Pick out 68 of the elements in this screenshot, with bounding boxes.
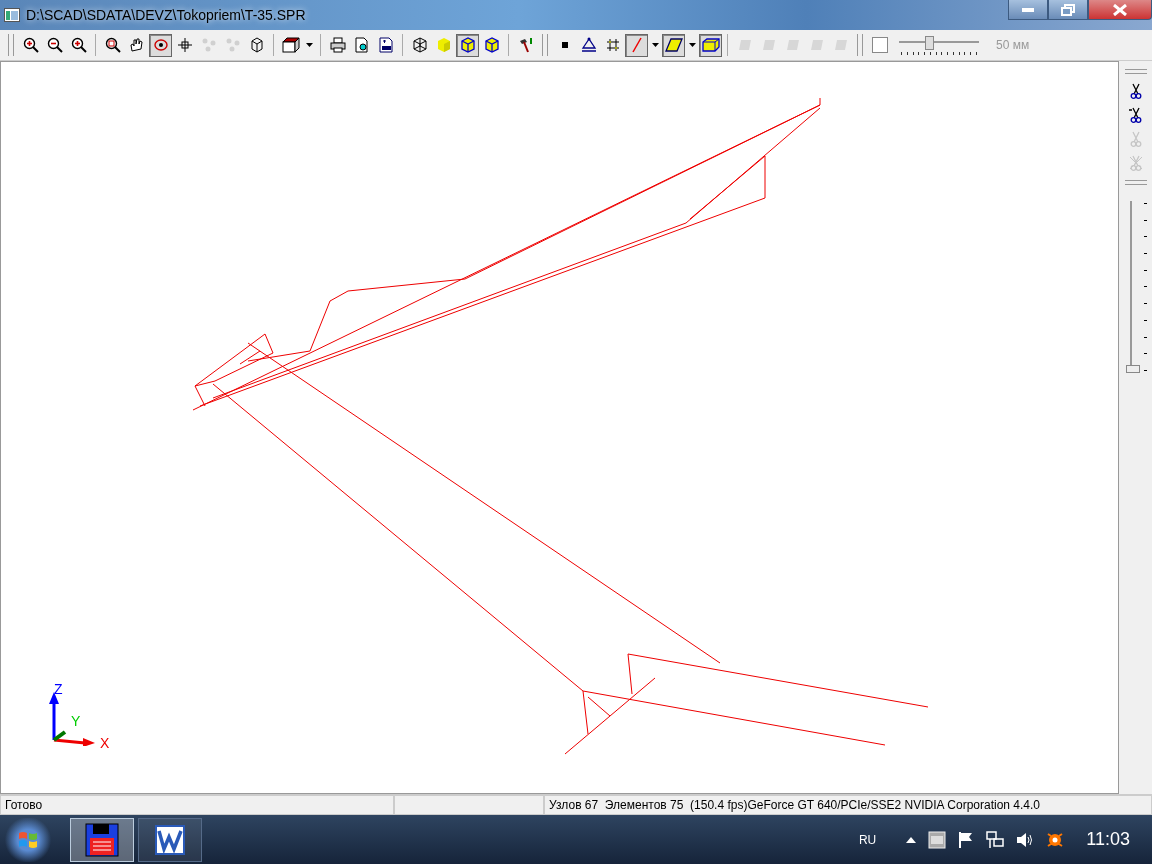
- toolbar-button[interactable]: [456, 33, 479, 57]
- nodes-icon: [200, 37, 217, 53]
- node-icon: [561, 42, 568, 48]
- document-w-icon: [155, 824, 185, 855]
- rotate-icon: [152, 37, 169, 53]
- zoom-extents-icon: [104, 37, 121, 53]
- hammer-icon: [517, 37, 534, 53]
- status-text: Узлов 67 Элементов 75 (150.4 fps)GeForce GT 640/PCIe/SSE2 NVIDIA Corporation 4.4.0: [544, 795, 1152, 815]
- box-icon: [248, 37, 265, 53]
- toolbar-button[interactable]: [662, 33, 685, 57]
- block-icon: [701, 38, 720, 52]
- parallelogram-icon: [664, 38, 683, 52]
- antivirus-icon[interactable]: [1046, 830, 1065, 849]
- axis-label: Z: [54, 682, 63, 696]
- minimize-button[interactable]: [1008, 0, 1048, 20]
- zoom-in-icon: [22, 37, 39, 53]
- nodes-icon: [224, 37, 241, 53]
- scissors-icon: [1128, 131, 1143, 147]
- line-icon: [629, 37, 644, 53]
- cube-icon: [281, 37, 300, 53]
- minimize-icon: [1022, 7, 1034, 12]
- zoom-out-icon: [46, 37, 63, 53]
- slider-thumb[interactable]: [1125, 365, 1140, 373]
- language-indicator[interactable]: RU: [858, 832, 877, 847]
- shape-icon: [809, 39, 824, 51]
- clock[interactable]: 11:03: [1086, 829, 1130, 850]
- caret-up-icon[interactable]: [906, 836, 917, 843]
- shape-icon: [785, 39, 800, 51]
- wireframe-cube-icon: [411, 37, 428, 53]
- document-magnifier-icon: [353, 37, 370, 53]
- network-icon[interactable]: [986, 830, 1005, 849]
- caret-icon: [651, 43, 659, 47]
- keyboard-icon[interactable]: [928, 830, 947, 849]
- taskbar-button[interactable]: [138, 817, 202, 862]
- printer-icon: [329, 37, 346, 53]
- cube-icon: [483, 37, 500, 53]
- scissors-icon: [1128, 107, 1143, 123]
- caret-icon: [305, 43, 313, 47]
- window-title: D:\SCAD\SDATA\DEVZ\Tokopriem\T-35.SPR: [26, 7, 307, 23]
- checkbox[interactable]: [872, 37, 888, 53]
- grid-icon: [605, 38, 620, 52]
- status-text: Готово: [0, 795, 394, 815]
- close-icon: [1113, 3, 1127, 16]
- crosshair-icon: [176, 37, 193, 53]
- shape-icon: [833, 39, 848, 51]
- close-button[interactable]: [1088, 0, 1152, 20]
- shape-icon: [737, 39, 752, 51]
- support-icon: [579, 37, 598, 53]
- toolbar-button[interactable]: [149, 33, 172, 57]
- cube-icon: [435, 37, 452, 53]
- scissors-icon: [1128, 83, 1143, 99]
- zoom-extents-icon: [70, 37, 87, 53]
- toolbar-button[interactable]: [699, 33, 722, 57]
- axis-label: Y: [71, 714, 81, 728]
- crossed-scissors-icon: [1128, 155, 1143, 171]
- cube-icon: [459, 37, 476, 53]
- axis-label: X: [100, 736, 110, 750]
- flag-icon[interactable]: [958, 830, 975, 849]
- shape-icon: [761, 39, 776, 51]
- document-icon: [377, 37, 394, 53]
- slider[interactable]: [897, 34, 981, 56]
- speaker-icon[interactable]: [1016, 830, 1035, 849]
- caret-icon: [688, 43, 696, 47]
- hand-icon: [128, 37, 145, 53]
- restore-icon: [1061, 3, 1075, 16]
- slider-value: 50 мм: [996, 38, 1030, 52]
- window-icon: [4, 8, 20, 22]
- maximize-button[interactable]: [1048, 0, 1088, 20]
